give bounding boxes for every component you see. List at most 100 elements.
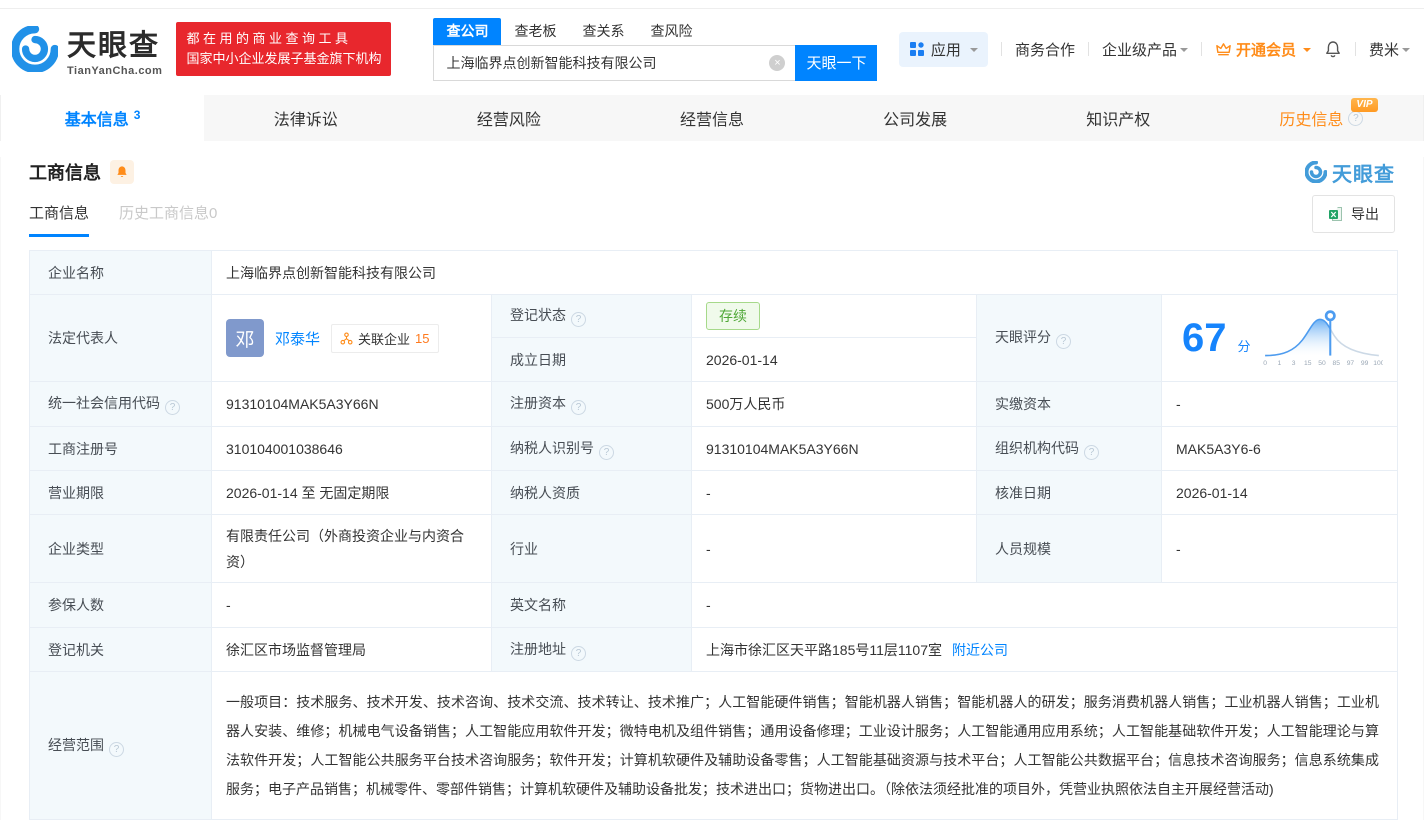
field-label: 核准日期 xyxy=(977,471,1162,515)
score-value: 67 xyxy=(1182,318,1227,358)
brand-name: 天眼查 xyxy=(67,22,162,64)
field-label: 企业名称 xyxy=(30,251,212,295)
reg-authority-value: 徐汇区市场监督管理局 xyxy=(212,628,492,672)
apps-menu[interactable]: 应用 xyxy=(899,32,988,67)
field-label: 纳税人资质 xyxy=(492,471,692,515)
legal-rep-link[interactable]: 邓泰华 xyxy=(275,328,320,349)
site-header: 天眼查 TianYanCha.com 都在用的商业查询工具 国家中小企业发展子基… xyxy=(0,9,1424,89)
help-icon[interactable]: ? xyxy=(571,312,586,327)
nav-open-vip[interactable]: 开通会员 xyxy=(1215,39,1311,60)
nav-divider xyxy=(1201,42,1202,56)
help-icon[interactable]: ? xyxy=(1084,445,1099,460)
tianyancha-logo[interactable]: 天眼查 TianYanCha.com xyxy=(12,22,162,77)
biz-term-value: 2026-01-14 至 无固定期限 xyxy=(212,471,492,515)
tab-operation-info[interactable]: 经营信息 xyxy=(610,95,813,141)
taxpayer-qual-value: - xyxy=(692,471,977,515)
subtab-row: 工商信息 历史工商信息0 导出 xyxy=(29,199,1395,237)
svg-text:85: 85 xyxy=(1332,360,1340,367)
company-type-value: 有限责任公司（外商投资企业与内资合资） xyxy=(212,515,492,583)
search-input[interactable] xyxy=(433,45,795,81)
svg-text:100: 100 xyxy=(1373,360,1383,367)
field-label: 成立日期 xyxy=(492,338,692,382)
app-grid-icon xyxy=(909,41,925,57)
clear-icon[interactable]: × xyxy=(769,55,785,71)
vip-badge: VIP xyxy=(1351,98,1377,112)
section-title: 工商信息 xyxy=(29,159,101,185)
help-icon[interactable]: ? xyxy=(571,400,586,415)
search-tabs: 查公司 查老板 查关系 查风险 xyxy=(433,18,877,45)
top-nav: 应用 商务合作 企业级产品 开通会员 费米 xyxy=(899,32,1410,67)
help-icon[interactable]: ? xyxy=(1056,334,1071,349)
business-scope-value: 一般项目：技术服务、技术开发、技术咨询、技术交流、技术转让、技术推广；人工智能硬… xyxy=(226,688,1387,804)
est-date-value: 2026-01-14 xyxy=(692,338,977,382)
nav-enterprise-products[interactable]: 企业级产品 xyxy=(1102,39,1188,60)
slogan-line-2: 国家中小企业发展子基金旗下机构 xyxy=(186,49,381,69)
help-icon[interactable]: ? xyxy=(1348,111,1363,126)
subtab-business-info[interactable]: 工商信息 xyxy=(29,202,89,237)
chevron-down-icon xyxy=(1402,48,1410,56)
monitor-bell-icon[interactable] xyxy=(110,160,134,184)
svg-text:97: 97 xyxy=(1346,360,1354,367)
field-label: 工商注册号 xyxy=(30,427,212,471)
search-box: × 天眼一下 xyxy=(433,45,877,81)
tab-basic-info[interactable]: 基本信息 3 xyxy=(1,95,204,141)
credit-code-value: 91310104MAK5A3Y66N xyxy=(212,382,492,427)
apps-menu-label: 应用 xyxy=(931,39,961,60)
avatar[interactable]: 邓 xyxy=(226,319,264,357)
field-label: 法定代表人 xyxy=(30,295,212,382)
status-badge: 存续 xyxy=(706,302,760,330)
notifications-bell-icon[interactable] xyxy=(1324,40,1342,58)
tab-company-development[interactable]: 公司发展 xyxy=(814,95,1017,141)
tab-legal-litigation[interactable]: 法律诉讼 xyxy=(204,95,407,141)
nearby-companies-link[interactable]: 附近公司 xyxy=(952,642,1008,658)
field-label: 英文名称 xyxy=(492,583,692,628)
reg-capital-value: 500万人民币 xyxy=(692,382,977,427)
tab-history-info[interactable]: 历史信息 ? VIP xyxy=(1220,95,1423,141)
table-row: 参保人数 - 英文名称 - xyxy=(30,583,1398,628)
svg-text:1: 1 xyxy=(1277,360,1281,367)
search-tab-risk[interactable]: 查风险 xyxy=(637,18,705,45)
tianyancha-watermark-icon xyxy=(1305,161,1327,183)
field-label: 登记机关 xyxy=(30,628,212,672)
field-label: 注册地址? xyxy=(492,628,692,672)
table-row: 工商注册号 310104001038646 纳税人识别号? 91310104MA… xyxy=(30,427,1398,471)
insured-count-value: - xyxy=(212,583,492,628)
help-icon[interactable]: ? xyxy=(571,646,586,661)
page-top-divider xyxy=(0,0,1424,9)
tab-operation-risk[interactable]: 经营风险 xyxy=(407,95,610,141)
table-row: 营业期限 2026-01-14 至 无固定期限 纳税人资质 - 核准日期 202… xyxy=(30,471,1398,515)
nav-business-coop[interactable]: 商务合作 xyxy=(1015,39,1075,60)
help-icon[interactable]: ? xyxy=(109,742,124,757)
field-label: 统一社会信用代码? xyxy=(30,382,212,427)
user-account-menu[interactable]: 费米 xyxy=(1369,39,1410,60)
field-label: 天眼评分? xyxy=(977,295,1162,382)
brand-domain: TianYanCha.com xyxy=(67,65,162,77)
export-button[interactable]: 导出 xyxy=(1312,195,1395,233)
svg-text:50: 50 xyxy=(1318,360,1326,367)
table-row: 登记机关 徐汇区市场监督管理局 注册地址? 上海市徐汇区天平路185号11层11… xyxy=(30,628,1398,672)
field-label: 纳税人识别号? xyxy=(492,427,692,471)
help-icon[interactable]: ? xyxy=(165,400,180,415)
search-tab-boss[interactable]: 查老板 xyxy=(501,18,569,45)
tab-count-badge: 3 xyxy=(134,108,141,122)
subtab-history-business-info[interactable]: 历史工商信息0 xyxy=(119,202,217,237)
tab-intellectual-property[interactable]: 知识产权 xyxy=(1017,95,1220,141)
staff-size-value: - xyxy=(1162,515,1398,583)
company-name-value: 上海临界点创新智能科技有限公司 xyxy=(212,251,1398,295)
table-row: 法定代表人 邓 邓泰华 关联企业 15 xyxy=(30,295,1398,338)
username: 费米 xyxy=(1369,39,1399,60)
field-label: 人员规模 xyxy=(977,515,1162,583)
field-label: 实缴资本 xyxy=(977,382,1162,427)
business-info-table: 企业名称 上海临界点创新智能科技有限公司 法定代表人 邓 邓泰华 xyxy=(29,250,1398,820)
company-tabbar: 基本信息 3 法律诉讼 经营风险 经营信息 公司发展 知识产权 历史信息 ? V… xyxy=(0,95,1424,141)
search-tab-relation[interactable]: 查关系 xyxy=(569,18,637,45)
svg-text:0: 0 xyxy=(1263,360,1267,367)
search-button[interactable]: 天眼一下 xyxy=(795,45,877,81)
help-icon[interactable]: ? xyxy=(599,445,614,460)
search-tab-company[interactable]: 查公司 xyxy=(433,18,501,45)
svg-text:99: 99 xyxy=(1360,360,1368,367)
related-companies-badge[interactable]: 关联企业 15 xyxy=(331,324,438,353)
nav-divider xyxy=(1001,42,1002,56)
excel-icon xyxy=(1328,206,1344,222)
table-row: 经营范围? 一般项目：技术服务、技术开发、技术咨询、技术交流、技术转让、技术推广… xyxy=(30,672,1398,820)
